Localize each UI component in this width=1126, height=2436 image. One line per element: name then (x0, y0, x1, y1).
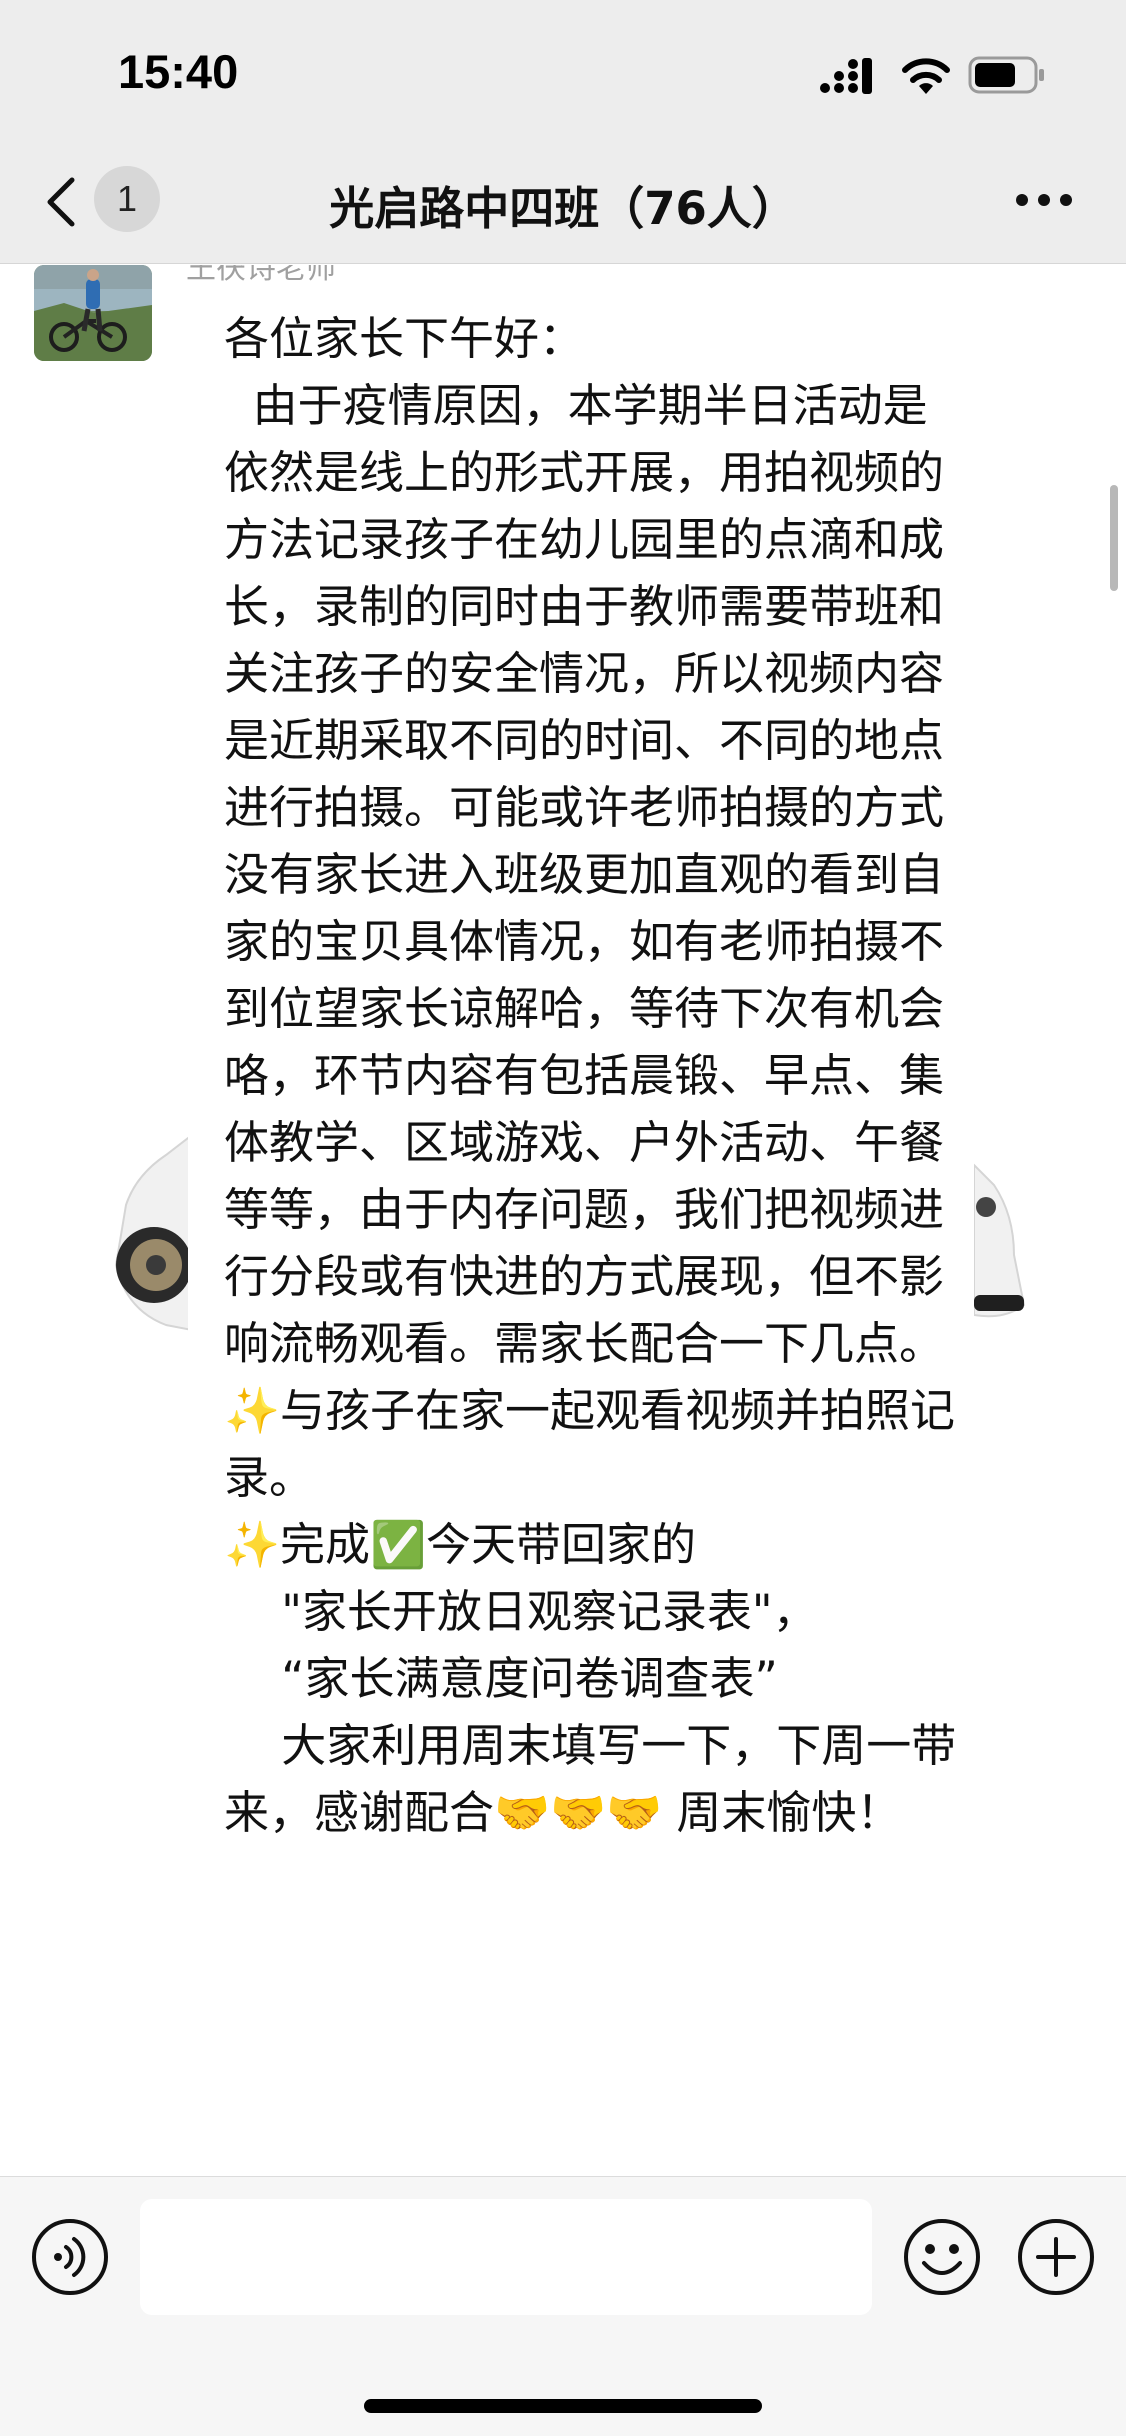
more-icon[interactable] (1014, 180, 1074, 220)
scrollbar[interactable] (1110, 485, 1118, 591)
battery-icon (968, 56, 1044, 94)
sender-name: 王茯诗老师 (186, 265, 336, 286)
voice-icon[interactable] (30, 2217, 110, 2297)
add-icon[interactable] (1016, 2217, 1096, 2297)
car-sticker-image (114, 1135, 192, 1332)
back-icon[interactable] (42, 174, 82, 230)
chat-header: 1 光启路中四班（76人） (0, 150, 1126, 264)
message-input[interactable] (140, 2199, 872, 2315)
input-bar (0, 2176, 1126, 2436)
message-text: 各位家长下午好： 由于疫情原因，本学期半日活动是依然是线上的形式开展，用拍视频的… (224, 312, 957, 1839)
emoji-icon[interactable] (902, 2217, 982, 2297)
message-bubble[interactable]: 各位家长下午好： 由于疫情原因，本学期半日活动是依然是线上的形式开展，用拍视频的… (188, 305, 974, 2125)
car-sticker-image (974, 1163, 1026, 1318)
status-time: 15:40 (118, 45, 239, 98)
sender-avatar[interactable] (34, 265, 152, 361)
signal-icon (820, 58, 872, 94)
chat-title: 光启路中四班（76人） (329, 182, 797, 235)
wifi-icon (902, 58, 950, 94)
status-bar: 15:40 (0, 0, 1126, 150)
home-indicator (364, 2399, 762, 2413)
chat-messages[interactable]: 王茯诗老师 各位家长下午好： 由于疫情原因，本学期半日活动是依然是线上的形式开展… (0, 265, 1126, 2175)
